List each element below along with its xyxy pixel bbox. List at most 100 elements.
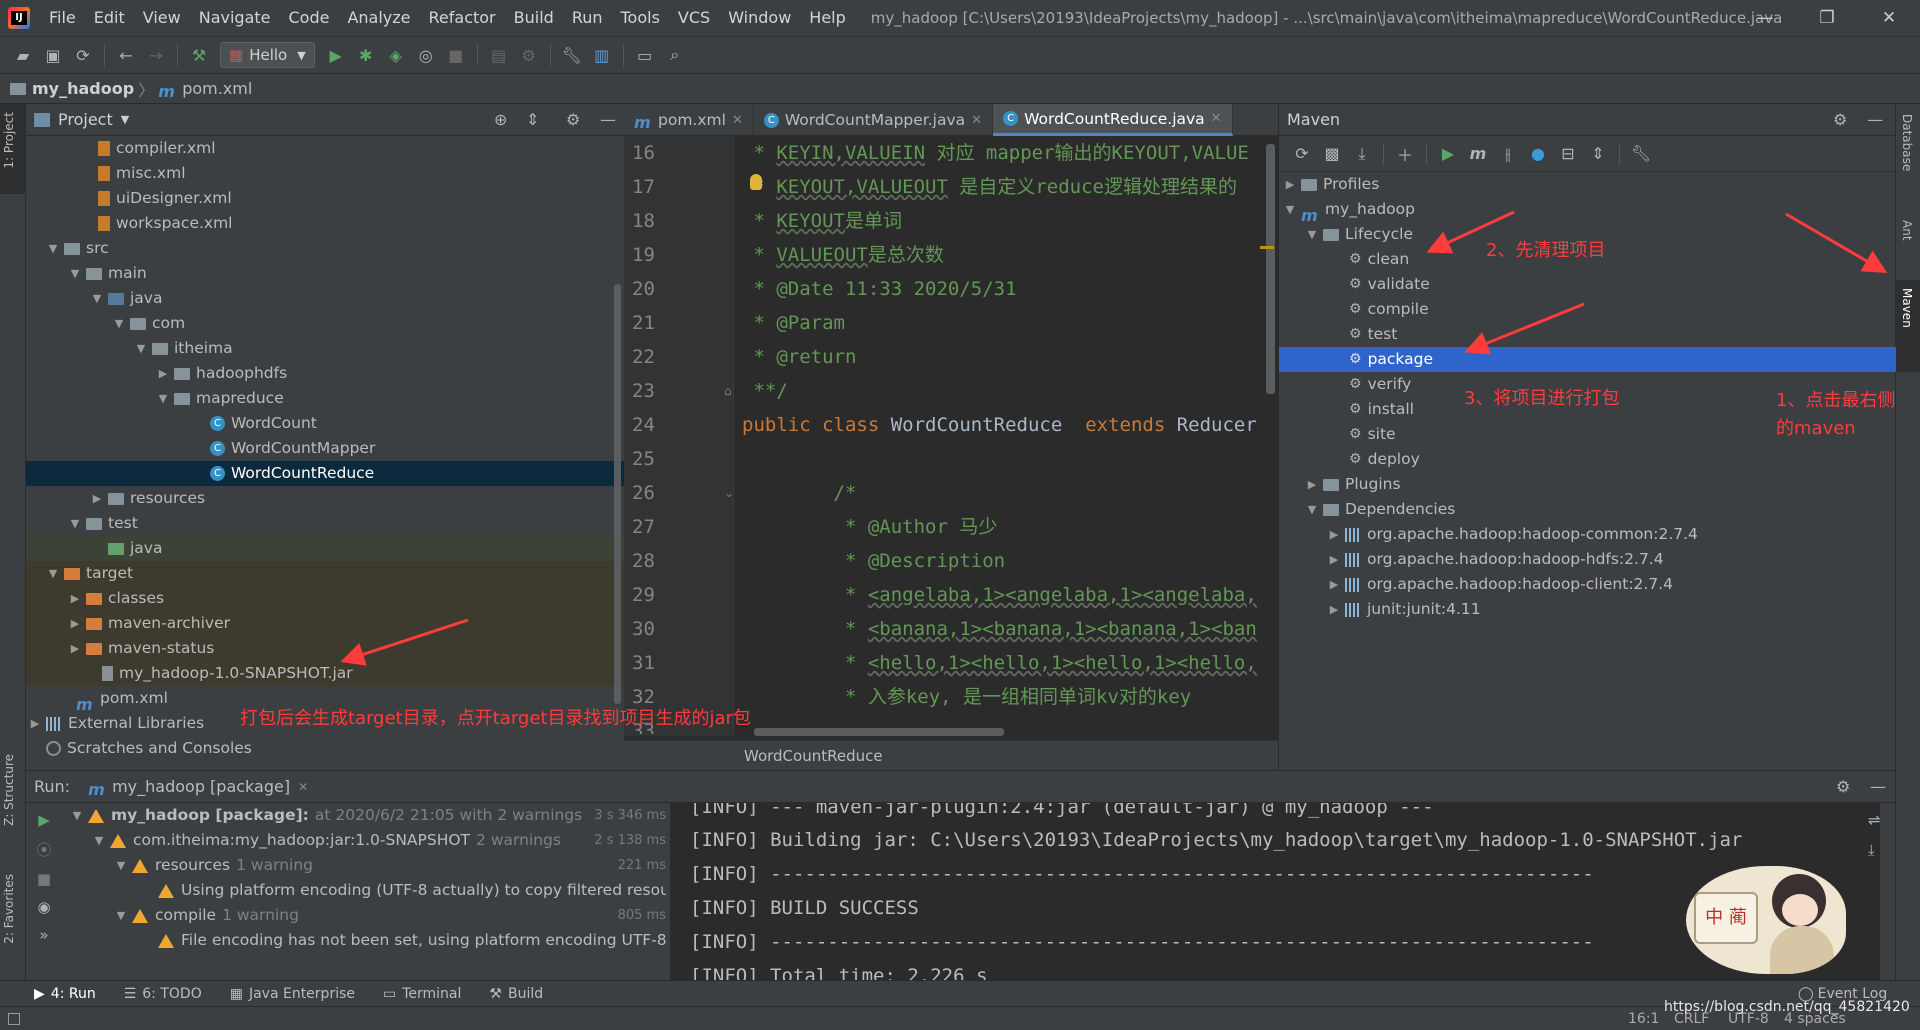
profile-icon[interactable]: ◎ [411, 40, 441, 70]
caret-position[interactable]: 16:1 [1628, 1011, 1659, 1027]
toggle-offline-icon[interactable]: ⫲ [1493, 139, 1523, 169]
debug-icon[interactable]: ✱ [351, 40, 381, 70]
tree-item[interactable]: ▼ itheima [26, 336, 624, 361]
download-icon[interactable]: ⤓ [1347, 139, 1377, 169]
maven-phase-deploy[interactable]: ⚙ deploy [1279, 447, 1896, 472]
scroll-to-end-icon[interactable]: ⤓ [1868, 841, 1881, 859]
run-tree-item[interactable]: ▼ my_hadoop [package]: at 2020/6/2 21:05 w… [66, 803, 666, 828]
tree-item[interactable]: Scratches and Consoles [26, 736, 624, 761]
tab-wordcountmapper[interactable]: C WordCountMapper.java ✕ [754, 104, 994, 136]
collapse-arrow-icon[interactable]: ▶ [1305, 472, 1319, 497]
run-tab[interactable]: my_hadoop [package] [112, 777, 290, 796]
maven-dependency[interactable]: ▶ org.apache.hadoop:hadoop-common:2.7.4 [1279, 522, 1896, 547]
tree-item[interactable]: C WordCount [26, 411, 624, 436]
tree-item[interactable]: misc.xml [26, 161, 624, 186]
gear-icon[interactable]: ⚙ [1833, 110, 1847, 129]
run-tree-item[interactable]: ▼ compile 1 warning 805 ms [66, 903, 666, 928]
expand-arrow-icon[interactable]: ▼ [1305, 497, 1319, 522]
fold-marker-icon[interactable]: ⌄ [724, 486, 734, 500]
close-icon[interactable]: ✕ [732, 113, 743, 128]
expand-arrow-icon[interactable]: ▼ [156, 386, 170, 411]
back-icon[interactable]: ← [111, 40, 141, 70]
expand-arrow-icon[interactable]: ▼ [90, 286, 104, 311]
expand-arrow-icon[interactable]: ▼ [134, 336, 148, 361]
hide-icon[interactable]: — [1870, 777, 1886, 796]
collapse-arrow-icon[interactable]: ▶ [1327, 572, 1341, 597]
menu-tools[interactable]: Tools [612, 0, 669, 36]
menu-analyze[interactable]: Analyze [338, 0, 419, 36]
run-icon[interactable]: ▶ [1433, 139, 1463, 169]
collapse-icon[interactable]: ⇕ [526, 110, 539, 129]
breadcrumb-file[interactable]: pom.xml [182, 79, 252, 98]
execute-goal-icon[interactable]: m [1463, 139, 1493, 169]
expand-arrow-icon[interactable]: ▼ [92, 828, 106, 853]
maven-dependency[interactable]: ▶ junit:junit:4.11 [1279, 597, 1896, 622]
tree-item[interactable]: ▶ maven-archiver [26, 611, 624, 636]
expand-arrow-icon[interactable]: ▼ [1305, 222, 1319, 247]
collapse-arrow-icon[interactable]: ▶ [90, 486, 104, 511]
gear-icon[interactable]: ⚙ [1836, 777, 1850, 796]
tree-item[interactable]: ▼ java [26, 286, 624, 311]
wrench-icon[interactable]: 🔧︎ [1626, 139, 1656, 169]
wrench-icon[interactable]: 🔧︎ [557, 40, 587, 70]
project-scrollbar[interactable] [614, 284, 621, 704]
close-icon[interactable]: ✕ [298, 780, 308, 794]
menu-run[interactable]: Run [563, 0, 612, 36]
collapse-all-icon[interactable]: ⇕ [1583, 139, 1613, 169]
build-hammer-icon[interactable]: ⚒ [184, 40, 214, 70]
maven-phase-compile[interactable]: ⚙ compile [1279, 297, 1896, 322]
maven-plugins[interactable]: ▶ Plugins [1279, 472, 1896, 497]
tree-item[interactable]: compiler.xml [26, 136, 624, 161]
tree-item[interactable]: C WordCountMapper [26, 436, 624, 461]
fold-marker-icon[interactable]: ⌂ [724, 384, 732, 398]
tab-run[interactable]: ▶ 4: Run [34, 986, 96, 1002]
editor-scrollbar[interactable] [1266, 144, 1275, 394]
tree-item[interactable]: ▶ hadoophdfs [26, 361, 624, 386]
soft-wrap-icon[interactable]: ⇌ [1868, 811, 1881, 829]
coverage-icon[interactable]: ◈ [381, 40, 411, 70]
eye-icon[interactable]: ◉ [37, 898, 50, 916]
minimize-button[interactable]: — [1734, 0, 1796, 36]
project-panel-title[interactable]: Project [58, 110, 113, 129]
tree-item[interactable]: ▼ target [26, 561, 624, 586]
forward-icon[interactable]: → [141, 40, 171, 70]
run-tree-item[interactable]: ▼ com.itheima:my_hadoop:jar:1.0-SNAPSHOT 2… [66, 828, 666, 853]
open-folder-icon[interactable]: ▰ [8, 40, 38, 70]
editor-hscrollbar[interactable] [754, 728, 1004, 736]
window-icon[interactable]: ▭ [630, 40, 660, 70]
collapse-arrow-icon[interactable]: ▶ [1327, 547, 1341, 572]
locate-icon[interactable]: ⊕ [494, 110, 507, 129]
tree-item[interactable]: ▶ maven-status [26, 636, 624, 661]
expand-arrow-icon[interactable]: ▼ [68, 261, 82, 286]
stop-icon[interactable]: ■ [37, 870, 51, 888]
chevron-down-icon[interactable]: ▼ [121, 113, 129, 126]
tree-item-jar[interactable]: my_hadoop-1.0-SNAPSHOT.jar [26, 661, 624, 686]
project-tool-tab[interactable]: 1: Project [2, 112, 16, 169]
expand-arrow-icon[interactable]: ▼ [46, 561, 60, 586]
close-icon[interactable]: ✕ [1211, 111, 1222, 126]
collapse-arrow-icon[interactable]: ▶ [68, 586, 82, 611]
maven-tool-tab[interactable]: Maven [1900, 288, 1914, 328]
run-tree-item[interactable]: Using platform encoding (UTF-8 actually)… [66, 878, 666, 903]
menu-code[interactable]: Code [280, 0, 339, 36]
collapse-arrow-icon[interactable]: ▶ [28, 711, 42, 736]
expand-arrow-icon[interactable]: ▼ [114, 903, 128, 928]
run-config-selector[interactable]: ▦ Hello ▼ [220, 42, 315, 68]
structure-tool-tab[interactable]: Z: Structure [2, 754, 16, 826]
tree-item[interactable]: ▼ src [26, 236, 624, 261]
maven-phase-package[interactable]: ⚙ package [1279, 347, 1896, 372]
tab-wordcountreduce[interactable]: C WordCountReduce.java ✕ [993, 104, 1233, 136]
favorites-tool-tab[interactable]: 2: Favorites [2, 874, 16, 944]
gears-icon[interactable]: ⚙ [514, 40, 544, 70]
breadcrumb-project[interactable]: my_hadoop [32, 79, 134, 98]
restore-button[interactable]: ❐ [1796, 0, 1858, 36]
maven-dependency[interactable]: ▶ org.apache.hadoop:hadoop-hdfs:2.7.4 [1279, 547, 1896, 572]
collapse-arrow-icon[interactable]: ▶ [1327, 522, 1341, 547]
generate-sources-icon[interactable]: ▩ [1317, 139, 1347, 169]
menu-view[interactable]: View [134, 0, 190, 36]
menu-refactor[interactable]: Refactor [420, 0, 505, 36]
skip-tests-icon[interactable]: ● [1523, 139, 1553, 169]
maven-phase-validate[interactable]: ⚙ validate [1279, 272, 1896, 297]
collapse-arrow-icon[interactable]: ▶ [156, 361, 170, 386]
expand-arrow-icon[interactable]: ▼ [114, 853, 128, 878]
